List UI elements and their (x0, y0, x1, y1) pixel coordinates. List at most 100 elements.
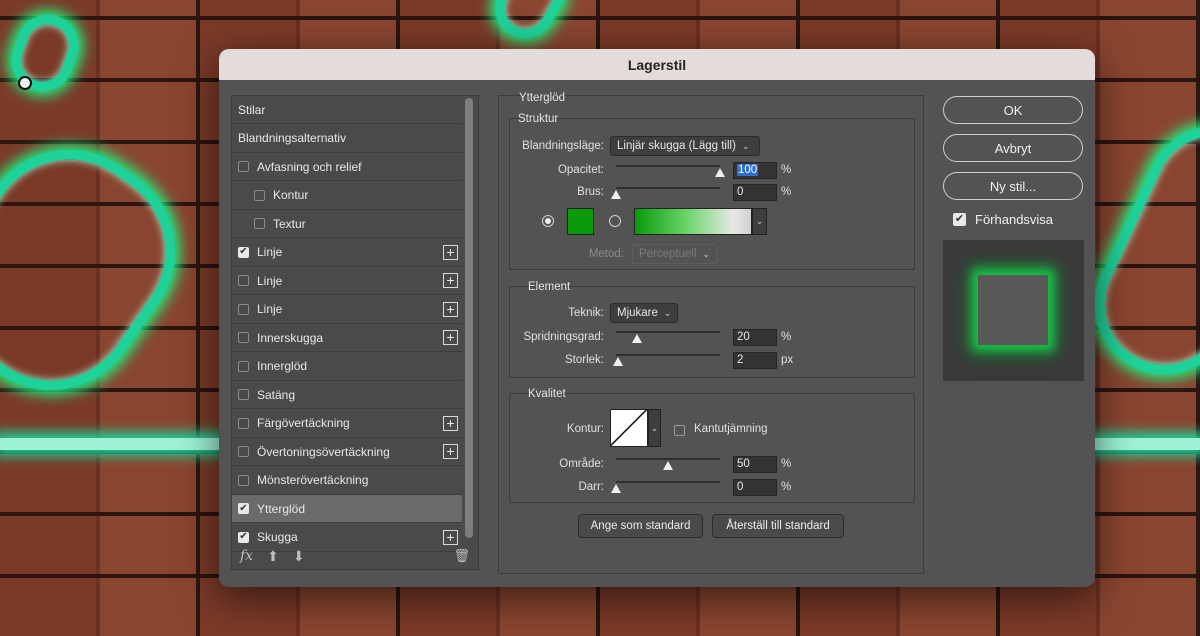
style-checkbox[interactable] (238, 332, 249, 343)
style-list-item[interactable]: ✔ Ytterglöd (232, 495, 462, 523)
style-item-label: Avfasning och relief (257, 159, 362, 174)
spread-unit: % (781, 331, 792, 343)
style-checkbox[interactable] (254, 218, 265, 229)
preview-checkbox[interactable]: ✔ (953, 213, 966, 226)
spread-slider[interactable] (616, 331, 720, 333)
style-list: Stilar Blandningsalternativ Avfasning och … (231, 95, 479, 570)
style-list-item[interactable]: Övertoningsövertäckning + (232, 438, 462, 466)
jitter-unit: % (781, 481, 792, 493)
style-list-item[interactable]: Satäng (232, 381, 462, 409)
element-title: Element (528, 281, 571, 293)
contour-picker[interactable] (610, 409, 648, 447)
technique-select[interactable]: Mjukare ⌄ (610, 303, 678, 323)
chevron-down-icon: ⌄ (755, 216, 764, 226)
size-input[interactable]: 2 (733, 352, 777, 369)
size-slider[interactable] (616, 354, 720, 356)
add-effect-icon[interactable]: + (443, 244, 458, 260)
noise-slider-thumb[interactable] (611, 190, 621, 199)
range-slider-thumb[interactable] (663, 461, 673, 470)
style-checkbox[interactable]: ✔ (238, 531, 249, 543)
antialias-checkbox[interactable] (674, 425, 685, 436)
glow-color-swatch[interactable] (567, 208, 594, 235)
style-checkbox[interactable] (238, 303, 249, 315)
contour-dropdown[interactable]: ⌄ (648, 409, 661, 447)
style-list-item[interactable]: Linje + (232, 267, 462, 295)
spread-slider-thumb[interactable] (631, 334, 642, 343)
style-list-item[interactable]: Stilar (232, 96, 462, 124)
noise-input[interactable]: 0 (733, 184, 777, 201)
jitter-slider[interactable] (616, 481, 720, 483)
chevron-down-icon: ⌄ (741, 140, 750, 151)
move-up-icon[interactable]: ⬆ (267, 548, 279, 565)
style-list-item[interactable]: Mönsterövertäckning (232, 467, 462, 495)
style-checkbox[interactable]: ✔ (238, 503, 249, 514)
style-checkbox[interactable] (238, 360, 249, 372)
range-unit: % (781, 458, 792, 470)
gradient-radio[interactable] (609, 215, 621, 227)
gradient-dropdown[interactable]: ⌄ (752, 208, 767, 235)
add-effect-icon[interactable]: + (443, 415, 458, 431)
noise-slider[interactable] (616, 187, 720, 189)
add-effect-icon[interactable]: + (443, 330, 458, 345)
add-effect-icon[interactable]: + (443, 273, 458, 288)
blend-mode-select[interactable]: Linjär skugga (Lägg till) ⌄ (610, 136, 760, 156)
cancel-button[interactable]: Avbryt (943, 134, 1083, 162)
style-item-label: Mönsterövertäckning (257, 473, 369, 487)
make-default-button[interactable]: Ange som standard (578, 514, 703, 538)
style-checkbox[interactable] (238, 446, 249, 457)
jitter-label: Darr: (578, 481, 604, 493)
trash-icon[interactable]: 🗑 (453, 548, 470, 564)
size-unit: px (781, 354, 794, 366)
reset-default-button[interactable]: Återställ till standard (712, 514, 844, 538)
style-list-item[interactable]: Blandningsalternativ (232, 125, 462, 153)
jitter-slider-thumb[interactable] (611, 484, 621, 493)
style-checkbox[interactable] (238, 417, 249, 429)
style-list-item[interactable]: ✔ Linje + (232, 239, 462, 267)
style-item-label: Stilar (238, 102, 266, 117)
method-label: Metod: (588, 248, 624, 260)
neon-bar-left (0, 438, 219, 450)
size-slider-thumb[interactable] (613, 357, 624, 366)
jitter-input[interactable]: 0 (733, 479, 777, 496)
style-item-label: Blandningsalternativ (238, 131, 347, 145)
technique-label: Teknik: (568, 307, 604, 319)
glow-gradient-picker[interactable] (634, 208, 752, 235)
style-list-item[interactable]: Färgövertäckning + (232, 410, 462, 438)
style-list-item[interactable]: Innerglöd (232, 353, 462, 381)
range-slider[interactable] (616, 458, 720, 460)
range-input[interactable]: 50 (733, 456, 777, 473)
style-item-label: Innerglöd (257, 359, 308, 373)
style-list-item[interactable]: Linje + (232, 296, 462, 324)
style-checkbox[interactable] (254, 189, 265, 201)
new-style-button[interactable]: Ny stil... (943, 172, 1083, 200)
ok-button[interactable]: OK (943, 96, 1083, 124)
add-effect-icon[interactable]: + (443, 444, 458, 459)
style-list-item[interactable]: Kontur (232, 182, 462, 210)
style-list-item[interactable]: Textur (232, 210, 462, 238)
fx-icon[interactable]: fx (240, 548, 253, 564)
style-checkbox[interactable] (238, 474, 249, 486)
style-checkbox[interactable] (238, 161, 249, 172)
style-item-label: Skugga (257, 530, 298, 544)
quality-group: Kvalitet Kontur: ⌄ Kantutjämning Område:… (509, 388, 915, 503)
spread-input[interactable]: 20 (733, 329, 777, 346)
structure-title: Struktur (518, 113, 559, 125)
style-item-label: Satäng (257, 387, 296, 402)
style-checkbox[interactable] (238, 275, 249, 286)
style-list-scrollbar[interactable] (465, 98, 473, 538)
solid-color-radio[interactable] (542, 215, 554, 227)
section-title: Ytterglöd (519, 92, 566, 104)
move-down-icon[interactable]: ⬇ (293, 548, 305, 565)
add-effect-icon[interactable]: + (443, 301, 458, 317)
size-label: Storlek: (565, 354, 604, 366)
style-item-label: Färgövertäckning (257, 416, 350, 430)
opacity-unit: % (781, 164, 792, 176)
style-checkbox[interactable] (238, 389, 249, 400)
style-list-item[interactable]: Innerskugga + (232, 324, 462, 352)
opacity-slider[interactable] (616, 165, 720, 167)
style-checkbox[interactable]: ✔ (238, 246, 249, 258)
style-list-footer: fx ⬆ ⬇ 🗑 (232, 543, 478, 569)
opacity-slider-thumb[interactable] (715, 168, 725, 177)
opacity-input[interactable]: 100 (733, 162, 777, 179)
style-list-item[interactable]: Avfasning och relief (232, 153, 462, 181)
